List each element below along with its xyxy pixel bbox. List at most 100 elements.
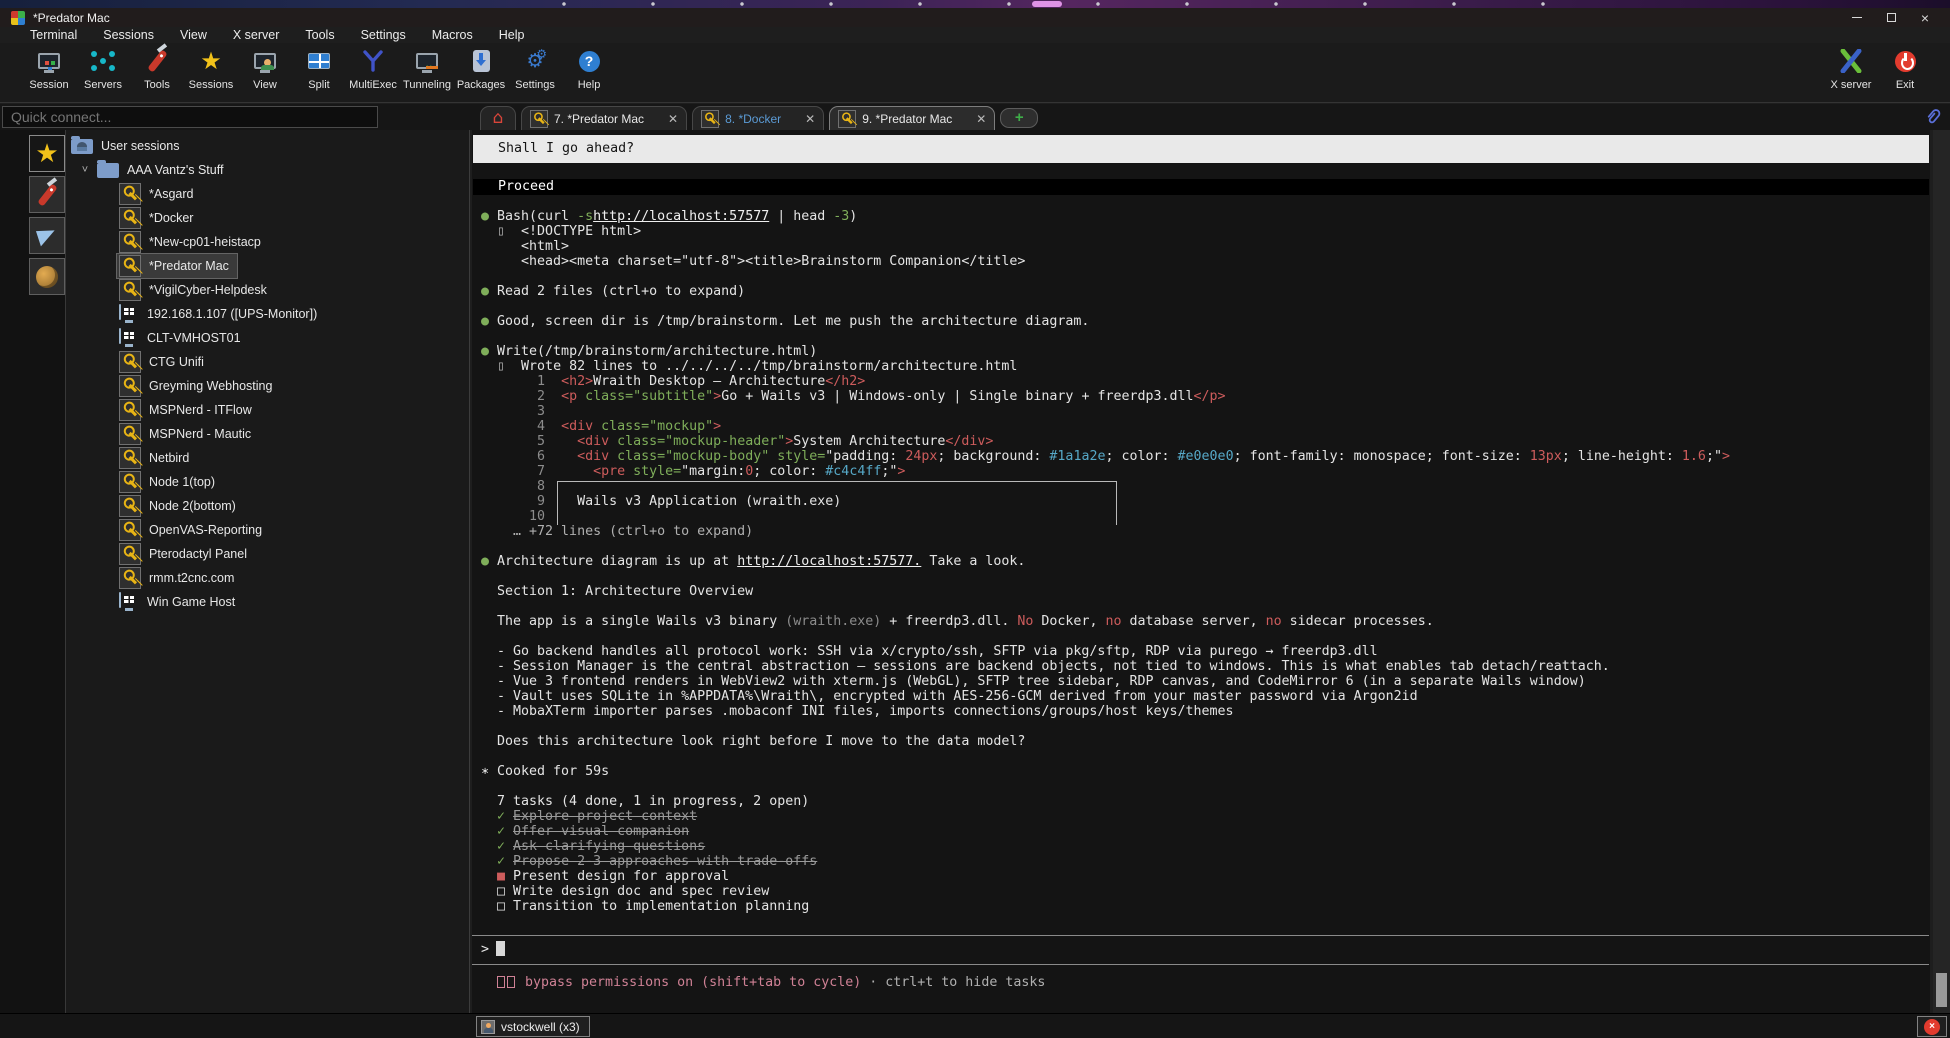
new-tab-button[interactable]: + bbox=[1000, 108, 1038, 128]
session-item[interactable]: OpenVAS-Reporting bbox=[67, 518, 469, 542]
toolbar-button-split[interactable]: Split bbox=[294, 45, 344, 91]
session-item[interactable]: Win Game Host bbox=[67, 590, 469, 614]
menu-item-view[interactable]: View bbox=[180, 28, 207, 42]
session-item[interactable]: 192.168.1.107 ([UPS-Monitor]) bbox=[67, 302, 469, 326]
tab-close-icon[interactable]: ✕ bbox=[654, 112, 678, 126]
session-item[interactable]: Pterodactyl Panel bbox=[67, 542, 469, 566]
rail-button-tools-knife[interactable] bbox=[29, 176, 65, 213]
tree-root-user-sessions[interactable]: User sessions bbox=[67, 134, 469, 158]
toolbar-label: X server bbox=[1831, 79, 1872, 91]
tab-8-docker[interactable]: 8. *Docker✕ bbox=[692, 106, 824, 130]
session-row-inner: Netbird bbox=[117, 446, 197, 470]
close-button[interactable]: × bbox=[1908, 8, 1942, 27]
ssh-key-icon bbox=[119, 447, 141, 469]
toolbar-button-exit[interactable]: Exit bbox=[1880, 45, 1930, 91]
session-item[interactable]: Node 2(bottom) bbox=[67, 494, 469, 518]
toolbar-button-help[interactable]: ?Help bbox=[564, 45, 614, 91]
terminal-scrollbar[interactable] bbox=[1933, 130, 1950, 1013]
menu-item-tools[interactable]: Tools bbox=[305, 28, 334, 42]
terminal-line: ■ Present design for approval bbox=[481, 869, 1730, 884]
tree-folder[interactable]: ˅ AAA Vantz's Stuff bbox=[67, 158, 469, 182]
ssh-key-icon bbox=[119, 207, 141, 229]
terminal-line: - Vault uses SQLite in %APPDATA%\Wraith\… bbox=[481, 689, 1730, 704]
toolbar-button-servers[interactable]: Servers bbox=[78, 45, 128, 91]
chevron-down-icon[interactable]: ˅ bbox=[75, 164, 95, 176]
attachments-paperclip-icon[interactable] bbox=[1922, 106, 1944, 128]
session-item[interactable]: *VigilCyber-Helpdesk bbox=[67, 278, 469, 302]
toolbar-button-settings[interactable]: ⚙⚙Settings bbox=[510, 45, 560, 91]
terminal-line bbox=[481, 779, 1730, 794]
session-item[interactable]: Node 1(top) bbox=[67, 470, 469, 494]
minimize-button[interactable] bbox=[1840, 8, 1874, 27]
assistant-question-band: Shall I go ahead? bbox=[473, 135, 1929, 163]
rdp-monitor-icon bbox=[119, 329, 139, 347]
terminal-line: ● Read 2 files (ctrl+o to expand) bbox=[481, 284, 1730, 299]
session-item[interactable]: *Asgard bbox=[67, 182, 469, 206]
tab-9-predator-mac[interactable]: 9. *Predator Mac ✕ bbox=[829, 106, 995, 130]
session-item[interactable]: CTG Unifi bbox=[67, 350, 469, 374]
prompt-input-box[interactable]: > bbox=[472, 935, 1929, 965]
star-icon: ★ bbox=[197, 47, 225, 75]
background-window-strip bbox=[0, 0, 1950, 8]
session-item[interactable]: *New-cp01-heistacp bbox=[67, 230, 469, 254]
session-label: *New-cp01-heistacp bbox=[149, 235, 261, 249]
quick-connect-input[interactable] bbox=[2, 106, 378, 128]
menu-item-sessions[interactable]: Sessions bbox=[103, 28, 154, 42]
session-item[interactable]: rmm.t2cnc.com bbox=[67, 566, 469, 590]
terminal-line: The app is a single Wails v3 binary (wra… bbox=[481, 614, 1730, 629]
session-item[interactable]: MSPNerd - ITFlow bbox=[67, 398, 469, 422]
rail-button-remote-globe[interactable] bbox=[29, 258, 65, 295]
session-item[interactable]: *Docker bbox=[67, 206, 469, 230]
tools-icon bbox=[143, 47, 171, 75]
alert-button[interactable]: × bbox=[1917, 1016, 1947, 1037]
session-item[interactable]: MSPNerd - Mautic bbox=[67, 422, 469, 446]
rail-button-macros-plane[interactable] bbox=[29, 217, 65, 254]
terminal-line: ● Bash(curl -shttp://localhost:57577 | h… bbox=[481, 209, 1730, 224]
menu-item-help[interactable]: Help bbox=[499, 28, 525, 42]
ssh-key-icon bbox=[119, 471, 141, 493]
session-item[interactable]: *Predator Mac bbox=[67, 254, 469, 278]
session-label: CLT-VMHOST01 bbox=[147, 331, 241, 345]
session-item[interactable]: Greyming Webhosting bbox=[67, 374, 469, 398]
terminal-line: □ Write design doc and spec review bbox=[481, 884, 1730, 899]
session-label: Win Game Host bbox=[147, 595, 235, 609]
tab-close-icon[interactable]: ✕ bbox=[962, 112, 986, 126]
user-sessions-folder-icon bbox=[71, 139, 93, 154]
menu-item-terminal[interactable]: Terminal bbox=[30, 28, 77, 42]
tab-close-icon[interactable]: ✕ bbox=[791, 112, 815, 126]
session-label: *Predator Mac bbox=[149, 259, 229, 273]
session-row-inner: rmm.t2cnc.com bbox=[117, 566, 242, 590]
view-icon bbox=[251, 47, 279, 75]
terminal-pane[interactable]: Shall I go ahead? Proceed ● Bash(curl -s… bbox=[472, 130, 1930, 1013]
ssh-key-icon bbox=[119, 279, 141, 301]
menu-item-macros[interactable]: Macros bbox=[432, 28, 473, 42]
toolbar-button-view[interactable]: View bbox=[240, 45, 290, 91]
rail-button-sessions-star[interactable]: ★ bbox=[29, 135, 65, 172]
ssh-key-icon bbox=[119, 375, 141, 397]
toolbar-button-sessions[interactable]: ★Sessions bbox=[186, 45, 236, 91]
maximize-button[interactable] bbox=[1874, 8, 1908, 27]
toolbar-button-tunneling[interactable]: ↔Tunneling bbox=[402, 45, 452, 91]
terminal-line: 7 <pre style="margin:0; color: #c4c4ff;"… bbox=[481, 464, 1730, 479]
user-session-button[interactable]: vstockwell (x3) bbox=[476, 1016, 590, 1037]
toolbar-button-multiexec[interactable]: MultiExec bbox=[348, 45, 398, 91]
toolbar-button-packages[interactable]: Packages bbox=[456, 45, 506, 91]
proceed-option-selected[interactable]: Proceed bbox=[473, 179, 1929, 195]
toolbar-button-tools[interactable]: Tools bbox=[132, 45, 182, 91]
toolbar-button-x-server[interactable]: X server bbox=[1826, 45, 1876, 91]
home-tab[interactable]: ⌂ bbox=[480, 106, 516, 130]
toolbar-button-session[interactable]: Session bbox=[24, 45, 74, 91]
ssh-key-icon bbox=[119, 567, 141, 589]
ssh-key-icon bbox=[119, 255, 141, 277]
tab-label: 7. *Predator Mac bbox=[554, 112, 644, 126]
session-row-inner: *VigilCyber-Helpdesk bbox=[117, 278, 275, 302]
session-item[interactable]: CLT-VMHOST01 bbox=[67, 326, 469, 350]
menu-item-settings[interactable]: Settings bbox=[361, 28, 406, 42]
tab-label: 9. *Predator Mac bbox=[862, 112, 952, 126]
text-cursor bbox=[496, 941, 505, 956]
scrollbar-thumb[interactable] bbox=[1936, 973, 1947, 1007]
menu-item-x-server[interactable]: X server bbox=[233, 28, 280, 42]
session-label: AAA Vantz's Stuff bbox=[127, 163, 223, 177]
session-item[interactable]: Netbird bbox=[67, 446, 469, 470]
tab-7-predator-mac[interactable]: 7. *Predator Mac ✕ bbox=[521, 106, 687, 130]
